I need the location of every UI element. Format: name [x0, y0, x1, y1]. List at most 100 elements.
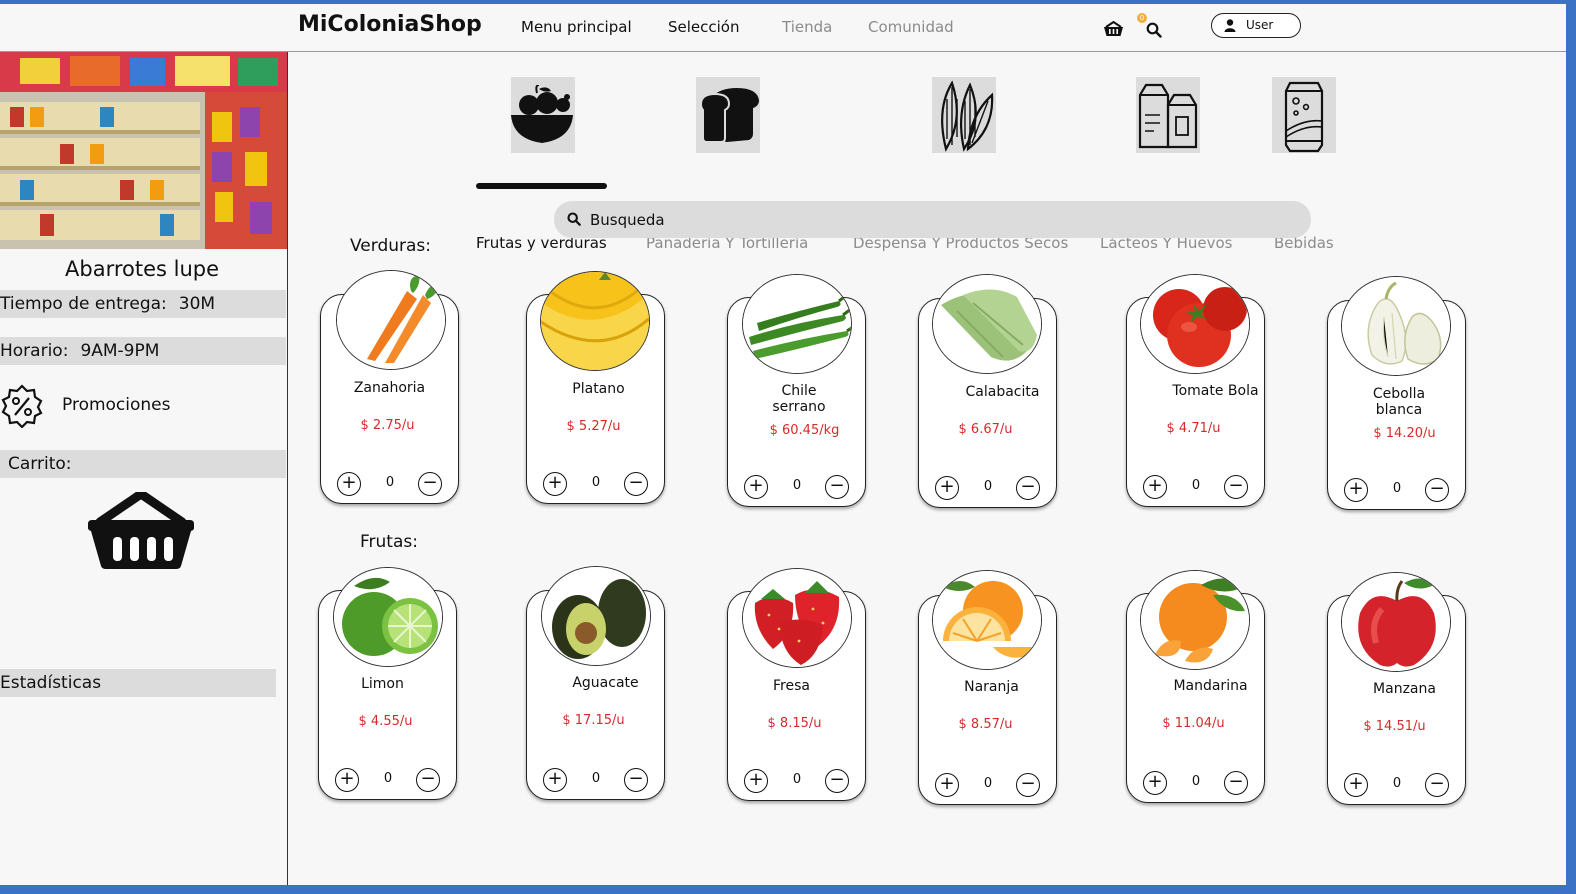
product-name: Aguacate [572, 675, 639, 691]
quantity-value: 0 [792, 772, 802, 787]
cart-basket-icon[interactable] [1103, 21, 1124, 37]
product-image [1140, 570, 1250, 670]
quantity-value: 0 [385, 475, 395, 490]
product-price: $ 17.15/u [562, 713, 625, 728]
active-category-underline [476, 183, 607, 189]
bread-icon [699, 88, 759, 143]
quantity-value: 0 [383, 771, 393, 786]
product-name: Calabacita [965, 384, 1040, 400]
store-sidebar: Abarrotes lupe Tiempo de entrega: 30M Hor… [0, 52, 288, 885]
quantity-value: 0 [1191, 774, 1201, 789]
search-icon[interactable] [1146, 22, 1162, 38]
discount-badge-icon[interactable] [0, 384, 44, 428]
delivery-time-value: 30M [178, 294, 216, 314]
decrease-quantity-button[interactable]: − [1425, 478, 1449, 502]
hours-value: 9AM-9PM [80, 341, 160, 361]
product-name: Naranja [964, 679, 1019, 695]
product-image [742, 274, 852, 374]
increase-quantity-button[interactable]: + [1143, 771, 1167, 795]
user-account-button[interactable]: User [1211, 13, 1301, 38]
increase-quantity-button[interactable]: + [335, 768, 359, 792]
quantity-value: 0 [983, 776, 993, 791]
quantity-value: 0 [1392, 776, 1402, 791]
nav-tienda[interactable]: Tienda [782, 18, 832, 36]
decrease-quantity-button[interactable]: − [1224, 475, 1248, 499]
product-price: $ 4.55/u [358, 714, 413, 729]
product-price: $ 8.15/u [767, 716, 822, 731]
fruit-bowl-icon [511, 85, 573, 143]
decrease-quantity-button[interactable]: − [418, 472, 442, 496]
increase-quantity-button[interactable]: + [337, 472, 361, 496]
quantity-value: 0 [1191, 478, 1201, 493]
brand-logo[interactable]: MiColoniaShop [298, 12, 482, 37]
fruits-section-title: Frutas: [360, 532, 418, 552]
increase-quantity-button[interactable]: + [935, 476, 959, 500]
product-image [1140, 274, 1250, 374]
product-name: Fresa [773, 678, 810, 694]
increase-quantity-button[interactable]: + [543, 472, 567, 496]
product-price: $ 6.67/u [958, 422, 1013, 437]
product-image [541, 566, 651, 666]
product-image [742, 568, 852, 668]
delivery-time-label: Tiempo de entrega: [0, 294, 167, 314]
seeds-icon [941, 80, 994, 152]
decrease-quantity-button[interactable]: − [1224, 771, 1248, 795]
product-price: $ 5.27/u [566, 419, 621, 434]
soda-can-icon [1284, 81, 1324, 153]
product-name: Tomate Bola [1172, 383, 1259, 399]
product-price: $ 4.71/u [1166, 421, 1221, 436]
user-label: User [1246, 18, 1274, 32]
quantity-value: 0 [591, 475, 601, 490]
product-image [932, 570, 1042, 670]
product-image [1341, 276, 1451, 376]
increase-quantity-button[interactable]: + [935, 773, 959, 797]
product-price: $ 8.57/u [958, 717, 1013, 732]
hours-label: Horario: [0, 341, 69, 361]
decrease-quantity-button[interactable]: − [825, 769, 849, 793]
promotions-link[interactable]: Promociones [62, 395, 171, 415]
vegetables-section-title: Verduras: [350, 236, 432, 256]
shopping-basket-icon[interactable] [86, 492, 196, 570]
increase-quantity-button[interactable]: + [1143, 475, 1167, 499]
product-price: $ 2.75/u [360, 418, 415, 433]
decrease-quantity-button[interactable]: − [1016, 773, 1040, 797]
search-input[interactable] [590, 209, 1190, 231]
delivery-time-row: Tiempo de entrega: 30M [0, 290, 286, 318]
increase-quantity-button[interactable]: + [744, 769, 768, 793]
product-name: Zanahoria [353, 380, 426, 396]
product-name: Chile serrano [772, 383, 826, 415]
increase-quantity-button[interactable]: + [1344, 478, 1368, 502]
nav-comunidad[interactable]: Comunidad [868, 18, 954, 36]
decrease-quantity-button[interactable]: − [416, 768, 440, 792]
product-price: $ 11.04/u [1162, 716, 1225, 731]
product-price: $ 14.20/u [1373, 426, 1436, 441]
product-name: Manzana [1373, 681, 1436, 697]
decrease-quantity-button[interactable]: − [624, 768, 648, 792]
cart-header: Carrito: [0, 450, 286, 478]
product-image [540, 271, 650, 371]
nav-seleccion[interactable]: Selección [668, 18, 740, 36]
product-image [932, 274, 1042, 374]
increase-quantity-button[interactable]: + [744, 475, 768, 499]
search-icon [567, 212, 581, 226]
decrease-quantity-button[interactable]: − [624, 472, 648, 496]
decrease-quantity-button[interactable]: − [1425, 773, 1449, 797]
decrease-quantity-button[interactable]: − [825, 475, 849, 499]
product-price: $ 60.45/kg [769, 423, 840, 438]
decrease-quantity-button[interactable]: − [1016, 476, 1040, 500]
app-window: MiColoniaShop Menu principal Selección T… [0, 4, 1566, 885]
store-name: Abarrotes lupe [65, 257, 220, 281]
product-image [336, 270, 446, 370]
user-icon [1224, 19, 1236, 32]
increase-quantity-button[interactable]: + [543, 768, 567, 792]
product-name: Platano [572, 381, 625, 397]
quantity-value: 0 [983, 479, 993, 494]
product-name: Cebolla blanca [1372, 386, 1426, 418]
product-image [333, 567, 443, 667]
product-price: $ 14.51/u [1363, 719, 1426, 734]
statistics-link[interactable]: Estadísticas [0, 669, 276, 697]
quantity-value: 0 [792, 478, 802, 493]
nav-menu-principal[interactable]: Menu principal [521, 18, 632, 36]
increase-quantity-button[interactable]: + [1344, 773, 1368, 797]
search-bar[interactable] [554, 201, 1311, 238]
